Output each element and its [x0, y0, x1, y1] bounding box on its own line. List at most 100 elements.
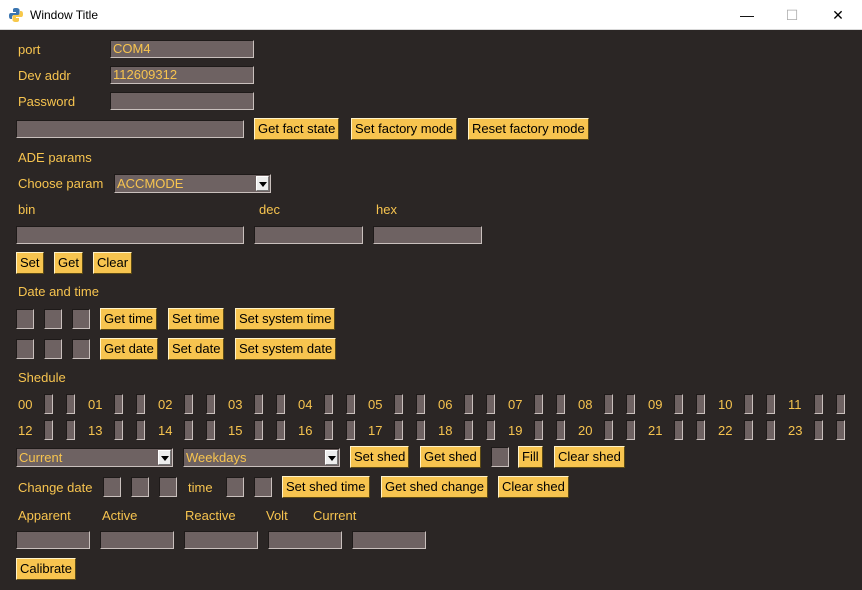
dev-addr-field[interactable]: 112609312 [110, 66, 254, 84]
schedule-slot-22-b[interactable] [766, 420, 775, 440]
schedule-slot-8-b[interactable] [626, 394, 635, 414]
minimize-button[interactable]: — [724, 0, 770, 30]
schedule-slot-11-a[interactable] [814, 394, 823, 414]
password-field[interactable] [110, 92, 254, 110]
get-time-button[interactable]: Get time [100, 308, 158, 330]
set-system-date-button[interactable]: Set system date [235, 338, 337, 360]
schedule-slot-7-b[interactable] [556, 394, 565, 414]
day-field[interactable] [16, 339, 34, 359]
minute-field[interactable] [44, 309, 62, 329]
schedule-slot-17-a[interactable] [394, 420, 403, 440]
schedule-slot-7-a[interactable] [534, 394, 543, 414]
schedule-slot-3-a[interactable] [254, 394, 263, 414]
change-hour-field[interactable] [226, 477, 244, 497]
set-shed-time-button[interactable]: Set shed time [282, 476, 370, 498]
schedule-slot-19-a[interactable] [534, 420, 543, 440]
port-field[interactable]: COM4 [110, 40, 254, 58]
schedule-slot-10-b[interactable] [766, 394, 775, 414]
schedule-slot-21-a[interactable] [674, 420, 683, 440]
schedule-slot-6-a[interactable] [464, 394, 473, 414]
schedule-slot-5-b[interactable] [416, 394, 425, 414]
fill-button[interactable]: Fill [518, 446, 543, 468]
change-year-field[interactable] [159, 477, 177, 497]
schedule-slot-12-a[interactable] [44, 420, 53, 440]
schedule-slot-23-a[interactable] [814, 420, 823, 440]
schedule-slot-6-b[interactable] [486, 394, 495, 414]
schedule-slot-3-b[interactable] [276, 394, 285, 414]
schedule-slot-19-b[interactable] [556, 420, 565, 440]
chevron-down-icon[interactable] [256, 176, 269, 191]
get-shed-change-button[interactable]: Get shed change [381, 476, 489, 498]
chevron-down-icon[interactable] [325, 450, 338, 465]
schedule-slot-12-b[interactable] [66, 420, 75, 440]
clear-param-button[interactable]: Clear [93, 252, 133, 274]
schedule-slot-4-a[interactable] [324, 394, 333, 414]
schedule-slot-14-b[interactable] [206, 420, 215, 440]
schedule-slot-20-b[interactable] [626, 420, 635, 440]
change-month-field[interactable] [131, 477, 149, 497]
schedule-slot-18-a[interactable] [464, 420, 473, 440]
set-date-button[interactable]: Set date [168, 338, 225, 360]
second-field[interactable] [72, 309, 90, 329]
schedule-slot-17-b[interactable] [416, 420, 425, 440]
month-field[interactable] [44, 339, 62, 359]
get-date-button[interactable]: Get date [100, 338, 158, 360]
tariff-select[interactable]: Current [16, 448, 173, 467]
bin-field[interactable] [16, 226, 244, 244]
change-minute-field[interactable] [254, 477, 272, 497]
schedule-slot-21-b[interactable] [696, 420, 705, 440]
schedule-slot-2-b[interactable] [206, 394, 215, 414]
apparent-field[interactable] [16, 531, 90, 549]
schedule-slot-13-a[interactable] [114, 420, 123, 440]
get-shed-button[interactable]: Get shed [420, 446, 481, 468]
schedule-slot-15-a[interactable] [254, 420, 263, 440]
close-button[interactable]: ✕ [815, 0, 861, 30]
schedule-slot-4-b[interactable] [346, 394, 355, 414]
dec-field[interactable] [254, 226, 363, 244]
reset-factory-mode-button[interactable]: Reset factory mode [468, 118, 589, 140]
set-system-time-button[interactable]: Set system time [235, 308, 336, 330]
active-field[interactable] [100, 531, 174, 549]
schedule-slot-10-a[interactable] [744, 394, 753, 414]
hour-field[interactable] [16, 309, 34, 329]
schedule-slot-22-a[interactable] [744, 420, 753, 440]
param-select[interactable]: ACCMODE [114, 174, 271, 193]
current-field[interactable] [352, 531, 426, 549]
change-day-field[interactable] [103, 477, 121, 497]
schedule-slot-16-a[interactable] [324, 420, 333, 440]
schedule-slot-15-b[interactable] [276, 420, 285, 440]
schedule-slot-20-a[interactable] [604, 420, 613, 440]
schedule-slot-1-a[interactable] [114, 394, 123, 414]
schedule-slot-5-a[interactable] [394, 394, 403, 414]
schedule-slot-9-b[interactable] [696, 394, 705, 414]
schedule-slot-0-a[interactable] [44, 394, 53, 414]
fact-state-field[interactable] [16, 120, 244, 138]
schedule-slot-18-b[interactable] [486, 420, 495, 440]
schedule-slot-2-a[interactable] [184, 394, 193, 414]
volt-field[interactable] [268, 531, 342, 549]
schedule-slot-11-b[interactable] [836, 394, 845, 414]
set-param-button[interactable]: Set [16, 252, 44, 274]
reactive-field[interactable] [184, 531, 258, 549]
hex-field[interactable] [373, 226, 482, 244]
schedule-slot-9-a[interactable] [674, 394, 683, 414]
daytype-select[interactable]: Weekdays [183, 448, 340, 467]
set-factory-mode-button[interactable]: Set factory mode [351, 118, 458, 140]
fill-value-field[interactable] [491, 447, 509, 467]
set-shed-button[interactable]: Set shed [350, 446, 410, 468]
schedule-slot-13-b[interactable] [136, 420, 145, 440]
clear-shed-button[interactable]: Clear shed [554, 446, 625, 468]
year-field[interactable] [72, 339, 90, 359]
maximize-button[interactable]: ☐ [769, 0, 815, 30]
schedule-slot-23-b[interactable] [836, 420, 845, 440]
schedule-slot-14-a[interactable] [184, 420, 193, 440]
clear-shed-change-button[interactable]: Clear shed [498, 476, 569, 498]
calibrate-button[interactable]: Calibrate [16, 558, 77, 580]
chevron-down-icon[interactable] [158, 450, 171, 465]
get-fact-state-button[interactable]: Get fact state [254, 118, 340, 140]
set-time-button[interactable]: Set time [168, 308, 224, 330]
schedule-slot-16-b[interactable] [346, 420, 355, 440]
schedule-slot-0-b[interactable] [66, 394, 75, 414]
schedule-slot-8-a[interactable] [604, 394, 613, 414]
schedule-slot-1-b[interactable] [136, 394, 145, 414]
